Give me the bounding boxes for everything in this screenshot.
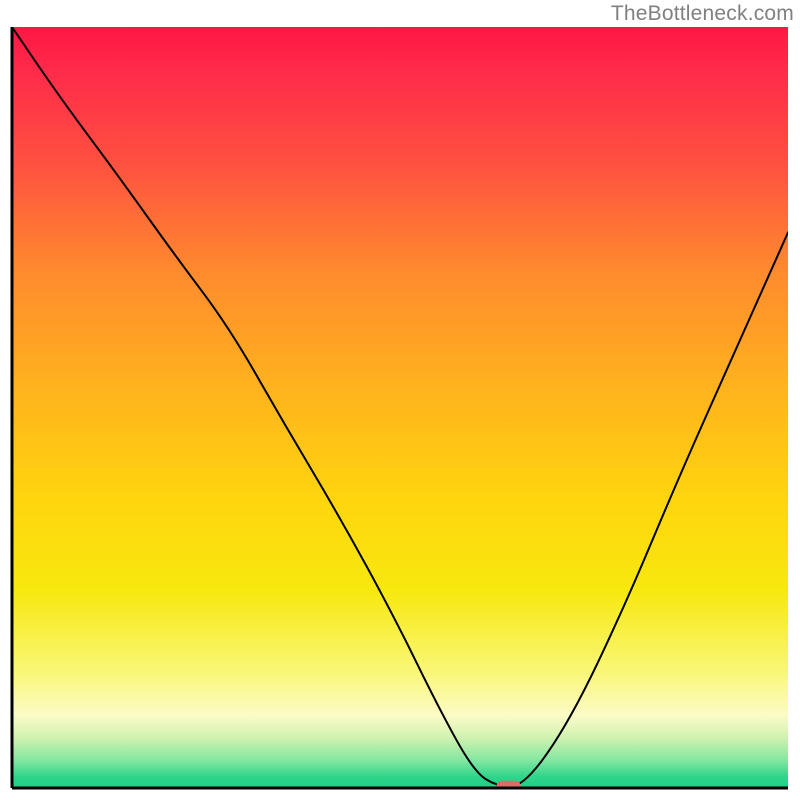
watermark-text: TheBottleneck.com [611,2,794,26]
bottleneck-chart [0,0,800,800]
gradient-background [12,27,788,788]
chart-container: { "watermark": "TheBottleneck.com", "cha… [0,0,800,800]
